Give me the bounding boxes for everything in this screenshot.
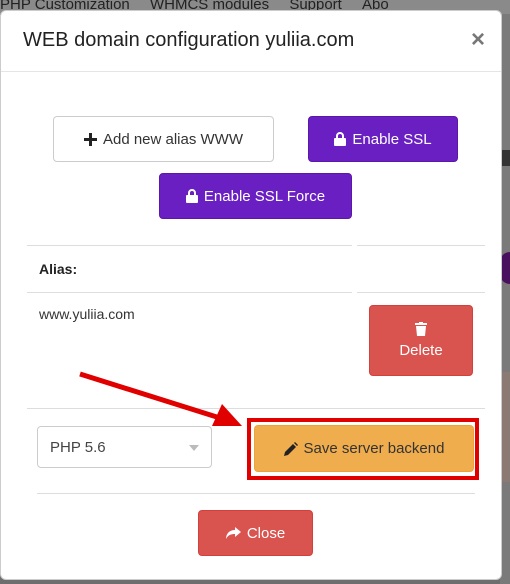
annotation-arrow bbox=[79, 371, 242, 426]
